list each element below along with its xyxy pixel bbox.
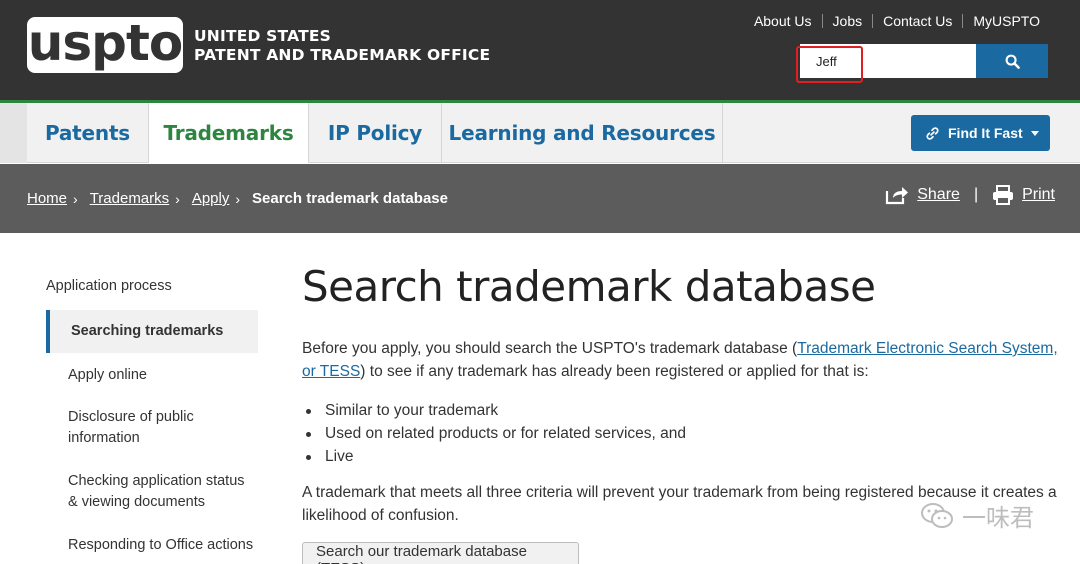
myuspto-link[interactable]: MyUSPTO — [963, 13, 1040, 29]
intro-paragraph: Before you apply, you should search the … — [302, 337, 1062, 383]
criteria-list: Similar to your trademark Used on relate… — [302, 399, 1062, 468]
sidebar-heading[interactable]: Application process — [46, 278, 258, 294]
chevron-right-icon: › — [73, 190, 78, 207]
breadcrumb: Home › Trademarks › Apply › Search trade… — [27, 190, 448, 207]
watermark: 一味君 — [920, 498, 1034, 533]
search-tess-button[interactable]: Search our trademark database (TESS) — [302, 542, 579, 564]
breadcrumb-home[interactable]: Home — [27, 190, 67, 207]
print-link[interactable]: Print — [1022, 186, 1055, 204]
find-it-fast-button[interactable]: Find It Fast — [911, 115, 1050, 151]
site-search — [800, 44, 1048, 78]
sidebar-item-checking-status[interactable]: Checking application status & viewing do… — [46, 471, 258, 513]
search-icon — [1005, 54, 1020, 69]
sidebar-item-disclosure[interactable]: Disclosure of public information — [46, 407, 216, 449]
about-us-link[interactable]: About Us — [744, 13, 822, 29]
list-item: Used on related products or for related … — [302, 422, 1062, 445]
search-button[interactable] — [976, 44, 1048, 78]
nav-left-strip — [0, 103, 27, 163]
breadcrumb-apply[interactable]: Apply — [192, 190, 230, 207]
utility-nav: About Us Jobs Contact Us MyUSPTO — [744, 13, 1040, 29]
search-input[interactable] — [800, 44, 976, 78]
chevron-right-icon: › — [235, 190, 241, 207]
intro-text-before: Before you apply, you should search the … — [302, 340, 798, 357]
main-nav: Patents Trademarks IP Policy Learning an… — [0, 103, 1080, 163]
tab-trademarks[interactable]: Trademarks — [149, 103, 309, 163]
sidebar-item-apply-online[interactable]: Apply online — [46, 365, 258, 386]
sidebar-item-searching-trademarks[interactable]: Searching trademarks — [46, 310, 258, 353]
agency-name[interactable]: UNITED STATES PATENT AND TRADEMARK OFFIC… — [194, 27, 490, 65]
list-item: Live — [302, 445, 1062, 468]
uspto-logo[interactable]: uspto — [27, 14, 183, 73]
tab-ip-policy[interactable]: IP Policy — [309, 103, 442, 163]
site-header: uspto UNITED STATES PATENT AND TRADEMARK… — [0, 0, 1080, 100]
list-item: Similar to your trademark — [302, 399, 1062, 422]
agency-line-2: PATENT AND TRADEMARK OFFICE — [194, 46, 491, 64]
wechat-icon — [921, 502, 953, 528]
page-title: Search trademark database — [302, 262, 876, 311]
share-print-divider: | — [973, 186, 979, 203]
sidebar-item-responding-office-actions[interactable]: Responding to Office actions — [46, 535, 258, 556]
share-link[interactable]: Share — [917, 186, 960, 204]
intro-text-after: ) to see if any trademark has already be… — [360, 363, 869, 380]
contact-us-link[interactable]: Contact Us — [873, 13, 962, 29]
breadcrumb-trademarks[interactable]: Trademarks — [90, 190, 169, 207]
jobs-link[interactable]: Jobs — [823, 13, 873, 29]
link-icon — [926, 126, 939, 140]
breadcrumb-current: Search trademark database — [252, 190, 448, 207]
share-print-tools: Share | Print — [885, 185, 1055, 205]
sidebar: Application process Searching trademarks… — [46, 278, 258, 556]
tab-patents[interactable]: Patents — [27, 103, 149, 163]
caret-down-icon — [1030, 130, 1039, 136]
chevron-right-icon: › — [175, 190, 180, 207]
logo-text: uspto — [27, 14, 183, 72]
main-content: Search trademark database Before you app… — [302, 262, 1062, 564]
print-icon[interactable] — [992, 185, 1014, 205]
agency-line-1: UNITED STATES — [194, 27, 331, 45]
share-icon[interactable] — [885, 185, 909, 205]
watermark-text: 一味君 — [962, 504, 1034, 532]
tab-learning-and-resources[interactable]: Learning and Resources — [442, 103, 723, 163]
find-it-fast-label: Find It Fast — [948, 125, 1023, 141]
breadcrumb-bar: Home › Trademarks › Apply › Search trade… — [0, 164, 1080, 233]
